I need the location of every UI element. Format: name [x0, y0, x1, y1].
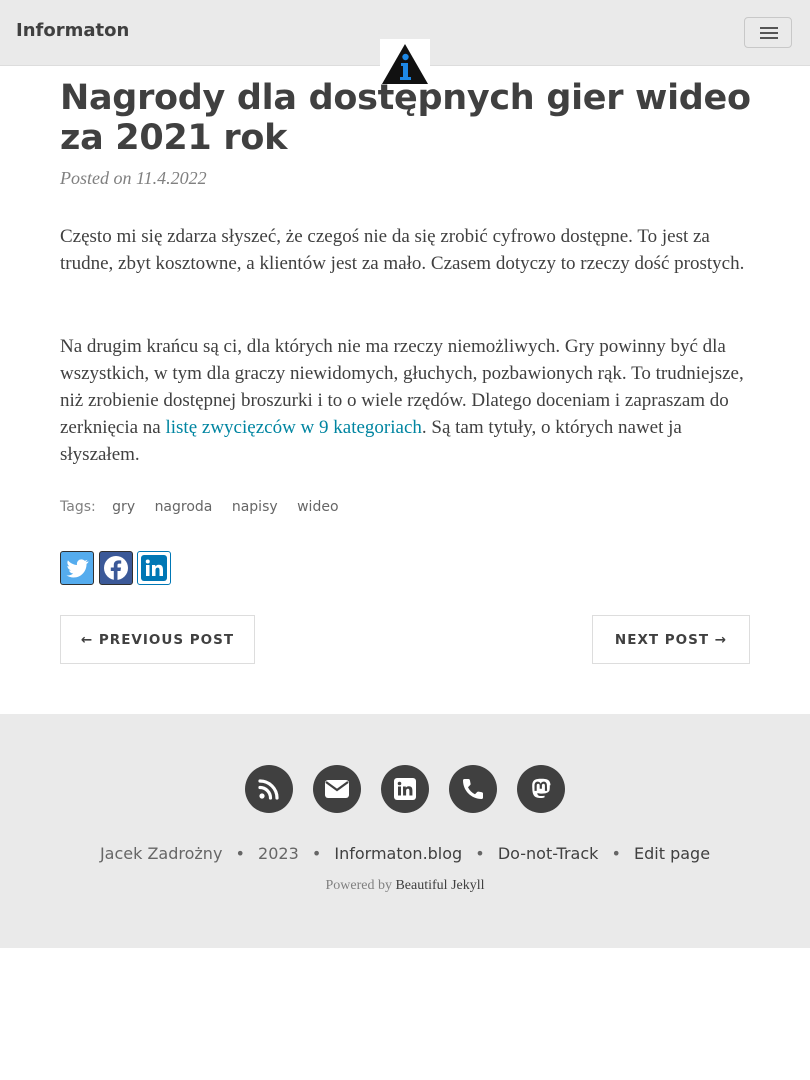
mastodon-link[interactable]: [517, 765, 565, 813]
tag-link[interactable]: gry: [112, 499, 135, 515]
footer-author: Jacek Zadrożny: [99, 844, 223, 863]
hamburger-menu-icon: [760, 27, 778, 29]
post-date: Posted on 11.4.2022: [60, 168, 207, 188]
linkedin-icon: [141, 555, 167, 581]
winners-list-link[interactable]: listę zwycięzców w 9 kategoriach: [165, 417, 421, 438]
tags-label: Tags:: [60, 499, 96, 515]
footer-edit-link[interactable]: Edit page: [634, 844, 710, 863]
powered-by: Powered by Beautiful Jekyll: [0, 878, 810, 894]
rss-icon: [258, 779, 279, 800]
post-title: Nagrody dla dostępnych gier wideo za 202…: [60, 78, 751, 158]
email-link[interactable]: [313, 765, 361, 813]
post-paragraph: Na drugim krańcu są ci, dla których nie …: [60, 333, 755, 468]
footer-dnt-link[interactable]: Do-not-Track: [498, 844, 599, 863]
footer-info: Jacek Zadrożny • 2023 • Informaton.blog …: [99, 844, 711, 863]
footer: [0, 714, 810, 948]
rss-link[interactable]: [245, 765, 293, 813]
share-facebook-button[interactable]: [99, 551, 133, 585]
phone-icon: [463, 779, 483, 799]
footer-blog-link[interactable]: Informaton.blog: [334, 844, 462, 863]
powered-prefix: Powered by: [325, 878, 392, 893]
post-paragraph: Często mi się zdarza słyszeć, że czegoś …: [60, 226, 745, 274]
tag-link[interactable]: wideo: [297, 499, 338, 515]
twitter-icon: [66, 559, 89, 578]
menu-toggle-button[interactable]: [744, 17, 792, 48]
phone-link[interactable]: [449, 765, 497, 813]
next-post-button[interactable]: NEXT POST →: [592, 615, 750, 664]
tag-link[interactable]: nagroda: [155, 499, 213, 515]
linkedin-icon: [394, 778, 416, 800]
tag-link[interactable]: napisy: [232, 499, 278, 515]
beautiful-jekyll-link[interactable]: Beautiful Jekyll: [395, 878, 484, 893]
tags-section: Tags: gry nagroda napisy wideo: [60, 499, 339, 515]
share-linkedin-button[interactable]: [137, 551, 171, 585]
envelope-icon: [325, 780, 349, 798]
footer-year: 2023: [258, 844, 299, 863]
linkedin-profile-link[interactable]: [381, 765, 429, 813]
facebook-icon: [104, 556, 128, 580]
share-twitter-button[interactable]: [60, 551, 94, 585]
mastodon-icon: [532, 778, 551, 799]
brand-link[interactable]: Informaton: [16, 20, 129, 41]
previous-post-button[interactable]: ← PREVIOUS POST: [60, 615, 255, 664]
